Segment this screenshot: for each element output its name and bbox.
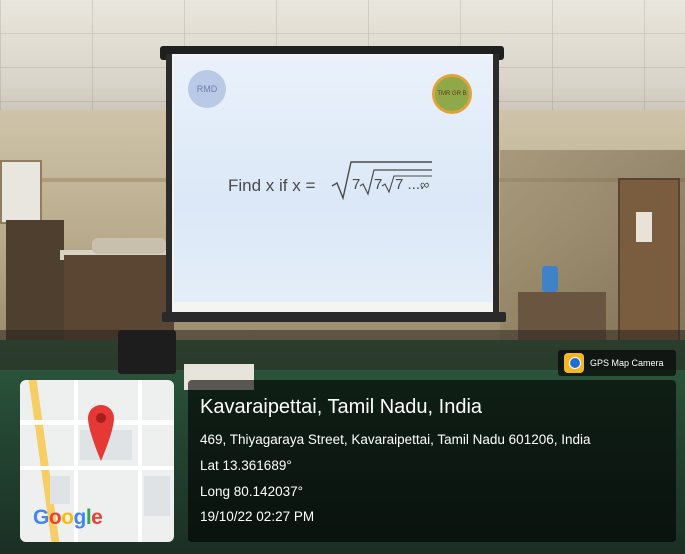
water-bottle [542,266,558,292]
location-latitude: Lat 13.361689° [200,458,292,473]
slide-question-text: Find x if x = [228,176,316,195]
location-datetime: 19/10/22 02:27 PM [200,509,315,524]
slide-math-text: 7 [352,176,360,193]
monitor [118,330,176,374]
map-road [20,466,174,470]
map-block [144,476,170,516]
left-window [0,160,42,224]
map-pin-icon [88,405,114,461]
map-block [50,476,70,504]
svg-text:7: 7 [374,176,382,193]
map-road [138,380,142,542]
projector-screen-bar [162,312,506,322]
slide-logo-right: TMR GR B [432,74,472,114]
chairs [92,238,166,254]
slide-logo-left: RMD [188,70,226,108]
right-wall-light [636,212,652,242]
location-longitude: Long 80.142037° [200,484,303,499]
svg-text:∞: ∞ [420,177,429,192]
google-logo: Google [33,506,103,529]
location-title: Kavaraipettai, Tamil Nadu, India [200,396,483,418]
gps-map-camera-label: GPS Map Camera [590,358,664,368]
slide-math-radical: 7 7 7 .... ∞ [331,161,432,201]
gps-map-camera-badge: GPS Map Camera [558,350,676,376]
camera-icon [564,353,584,373]
location-address: 469, Thiyagaraya Street, Kavaraipettai, … [200,432,591,447]
